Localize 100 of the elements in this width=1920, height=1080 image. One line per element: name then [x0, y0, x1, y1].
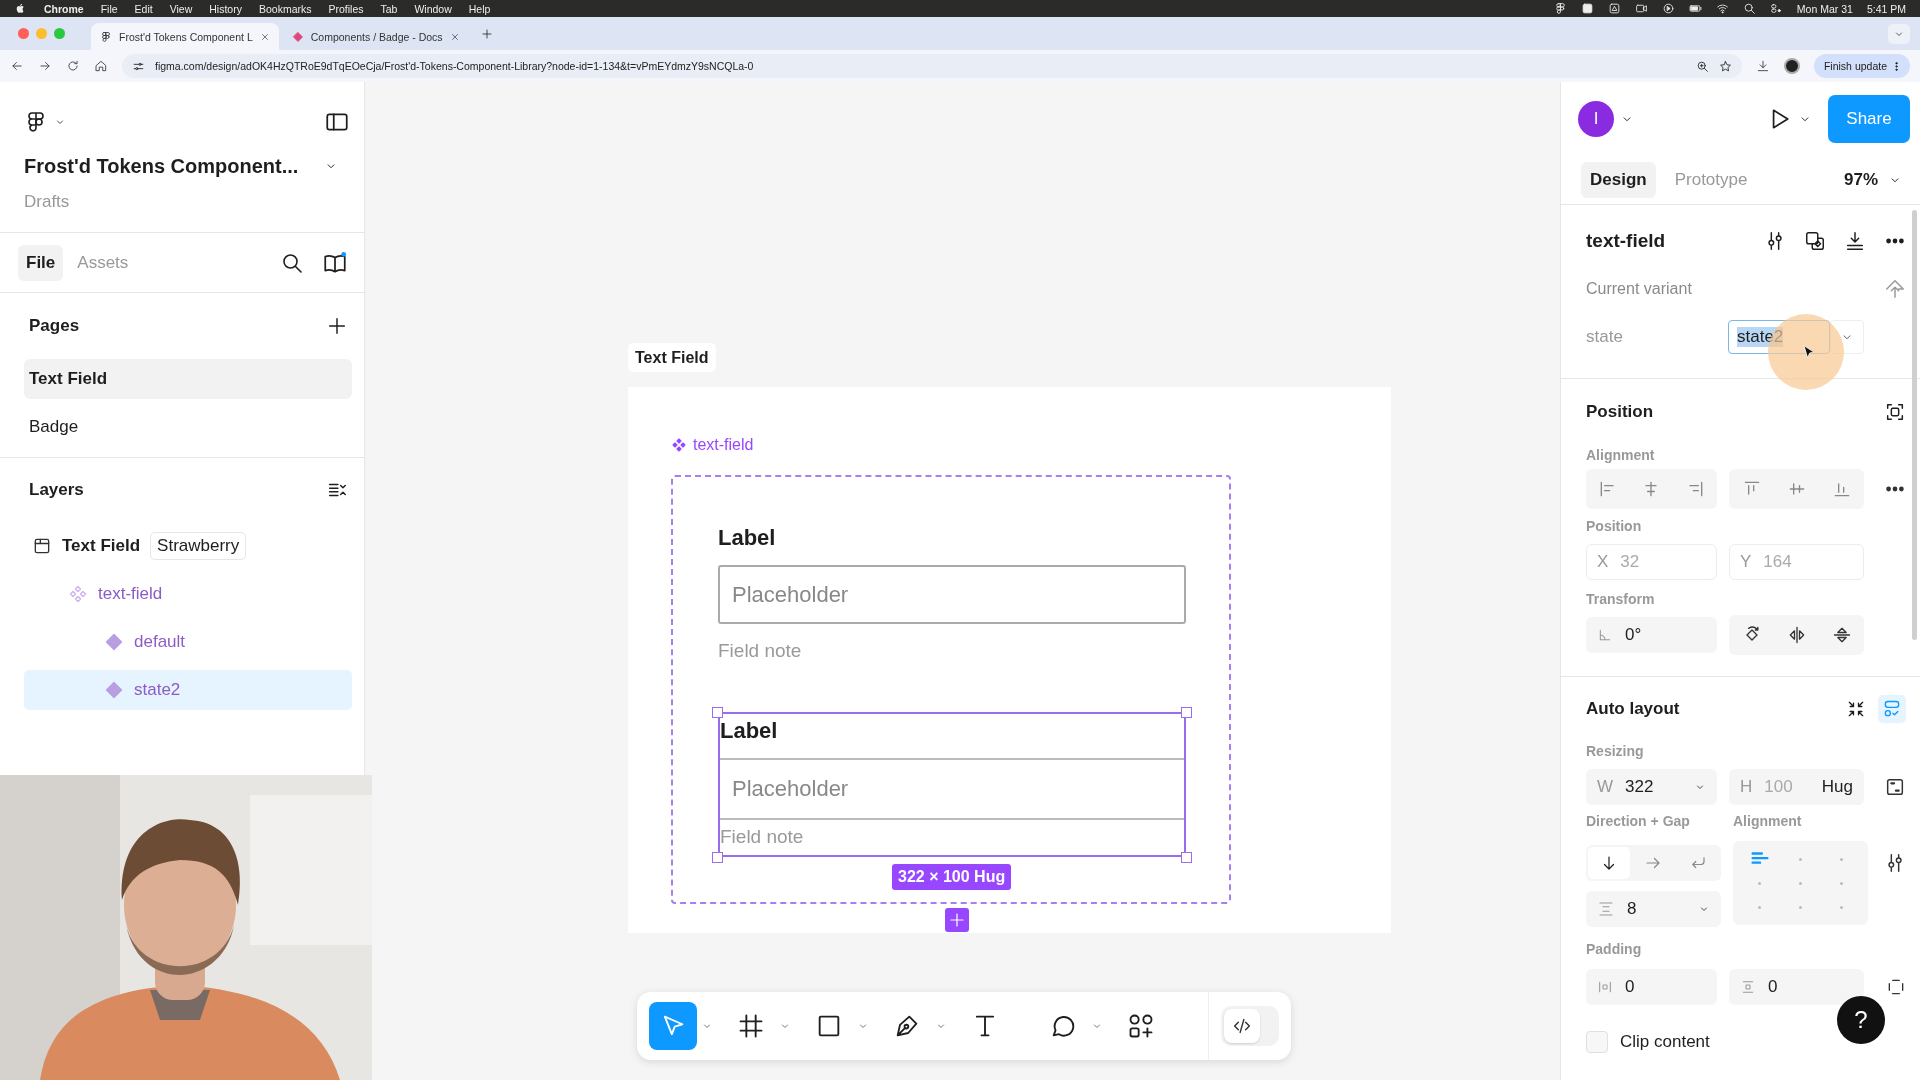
move-tool-button[interactable]	[649, 1002, 697, 1050]
search-icon[interactable]	[1742, 2, 1756, 15]
layer-item[interactable]: text-field	[24, 574, 352, 614]
field-label: Label	[720, 714, 1184, 760]
drive-icon[interactable]	[1607, 2, 1621, 15]
actions-icon	[1127, 1012, 1155, 1040]
home-icon[interactable]	[94, 59, 108, 73]
update-button[interactable]: Finish update	[1813, 54, 1910, 78]
resize-handle[interactable]	[1181, 852, 1192, 863]
text-field-variant[interactable]: Label Placeholder Field note	[718, 712, 1186, 857]
star-icon[interactable]	[1718, 59, 1732, 73]
menu-item[interactable]: View	[169, 2, 193, 15]
horizontal-padding-field[interactable]: 0	[1586, 969, 1717, 1005]
input-field[interactable]: Placeholder	[718, 565, 1186, 624]
field-label: Direction + Gap	[1586, 813, 1691, 831]
remove-auto-layout-icon[interactable]	[1846, 699, 1866, 719]
horizontal-padding-icon	[1597, 979, 1613, 995]
vertical-padding-field[interactable]: 0	[1729, 969, 1864, 1005]
scrollbar[interactable]	[1912, 210, 1917, 640]
address-bar[interactable]: figma.com/design/adOK4HzQTRoE9dTqEOeCja/Frost'd-Tokens-Component-Library?node-id=1-134&t=vPmEYdmzY9sNCQLa-0	[122, 54, 1742, 78]
menu-item[interactable]: Bookmarks	[258, 2, 312, 15]
component-icon	[671, 437, 687, 453]
layer-item[interactable]: state2	[24, 670, 352, 710]
add-button[interactable]	[945, 908, 969, 932]
battery-icon[interactable]	[1688, 2, 1702, 15]
tab-title: Frost'd Tokens Component L	[119, 30, 253, 43]
frame-label[interactable]: Text Field	[628, 343, 716, 372]
menu-item[interactable]: Window	[414, 2, 452, 15]
help-button[interactable]: ?	[1837, 996, 1885, 1044]
property-name: state	[1586, 327, 1624, 347]
field-label: Alignment	[1586, 447, 1655, 463]
size-badge: 322 × 100 Hug	[892, 864, 1012, 890]
push-changes-icon[interactable]	[1884, 278, 1906, 300]
panel-tab[interactable]: Design	[1581, 161, 1656, 198]
new-tab-icon[interactable]	[480, 27, 493, 40]
resizing-icon[interactable]	[1884, 776, 1906, 798]
menu-bar-icon[interactable]	[1580, 2, 1594, 15]
logo-icon	[100, 30, 112, 43]
file-name[interactable]: Frost'd Tokens Component...	[24, 154, 299, 178]
layout-guide-button[interactable]	[1878, 695, 1906, 723]
page-item[interactable]: Text Field	[24, 359, 352, 399]
close-icon[interactable]	[449, 31, 460, 42]
play-icon[interactable]	[1661, 2, 1675, 15]
width-field[interactable]: W 322	[1586, 769, 1717, 805]
back-icon[interactable]	[10, 59, 24, 73]
export-icon[interactable]	[1844, 230, 1866, 252]
browser-tab[interactable]: Components / Badge - Docs	[282, 23, 469, 50]
vertical-padding-icon	[1740, 979, 1756, 995]
zoom-level[interactable]: 97%	[1843, 169, 1878, 190]
resize-handle[interactable]	[712, 707, 723, 718]
add-page-icon[interactable]	[326, 315, 348, 337]
resize-handle[interactable]	[712, 852, 723, 863]
text-field-variant[interactable]: Label Placeholder Field note	[718, 525, 1186, 662]
menu-item[interactable]: Tab	[380, 2, 398, 15]
layer-item[interactable]: Text Field Strawberry	[24, 526, 352, 566]
download-icon[interactable]	[1755, 59, 1770, 73]
video-camera-icon[interactable]	[1634, 2, 1648, 15]
app-menu[interactable]: Chrome	[44, 2, 84, 15]
menu-item[interactable]: Help	[468, 2, 491, 15]
menu-item[interactable]: Profiles	[328, 2, 364, 15]
component-label[interactable]: text-field	[671, 436, 754, 454]
individual-padding-icon[interactable]	[1886, 977, 1906, 997]
panel-tab[interactable]: File	[18, 244, 64, 281]
wifi-icon[interactable]	[1715, 2, 1729, 15]
close-icon[interactable]	[259, 31, 270, 42]
field-label: Alignment	[1733, 813, 1803, 831]
field-label: Position	[1586, 518, 1642, 534]
window-control[interactable]	[18, 28, 29, 39]
gap-field[interactable]: 8	[1586, 891, 1721, 927]
rotation-field[interactable]: 0°	[1586, 617, 1717, 653]
forward-icon[interactable]	[38, 59, 52, 73]
dev-mode-toggle[interactable]	[1221, 1006, 1279, 1046]
menu-item[interactable]: History	[209, 2, 242, 15]
menu-item[interactable]: File	[100, 2, 118, 15]
checkbox-label[interactable]: Clip content	[1620, 1032, 1710, 1052]
input-field[interactable]: Placeholder	[720, 760, 1184, 820]
menu-bar-icon[interactable]	[1553, 2, 1567, 15]
zoom-icon[interactable]	[1695, 59, 1709, 73]
field-label: Label	[718, 525, 777, 552]
page-item[interactable]: Badge	[24, 407, 352, 447]
field-label: Resizing	[1586, 743, 1644, 759]
checkbox[interactable]	[1586, 1031, 1608, 1053]
menu-item[interactable]: Edit	[134, 2, 153, 15]
vertical-direction-button[interactable]	[1588, 847, 1631, 879]
browser-tab[interactable]: Frost'd Tokens Component L	[91, 23, 279, 50]
angle-icon	[1597, 627, 1613, 643]
layer-item[interactable]: default	[24, 622, 352, 662]
user-avatar[interactable]: I	[1578, 100, 1614, 137]
control-center-icon[interactable]	[1769, 2, 1783, 15]
section-label: Current variant	[1586, 280, 1692, 298]
menu-bar-time: 5:41 PM	[1866, 2, 1906, 15]
profile-avatar[interactable]	[1783, 58, 1800, 74]
focus-frame-icon[interactable]	[1884, 401, 1906, 423]
flip-vertical-icon[interactable]	[1831, 625, 1852, 645]
reload-icon[interactable]	[66, 59, 80, 73]
resize-handle[interactable]	[1181, 707, 1192, 718]
section-title: Auto layout	[1586, 699, 1680, 719]
frame-icon	[32, 536, 52, 556]
plus-icon	[948, 911, 966, 929]
instance-icon[interactable]	[1804, 230, 1826, 252]
